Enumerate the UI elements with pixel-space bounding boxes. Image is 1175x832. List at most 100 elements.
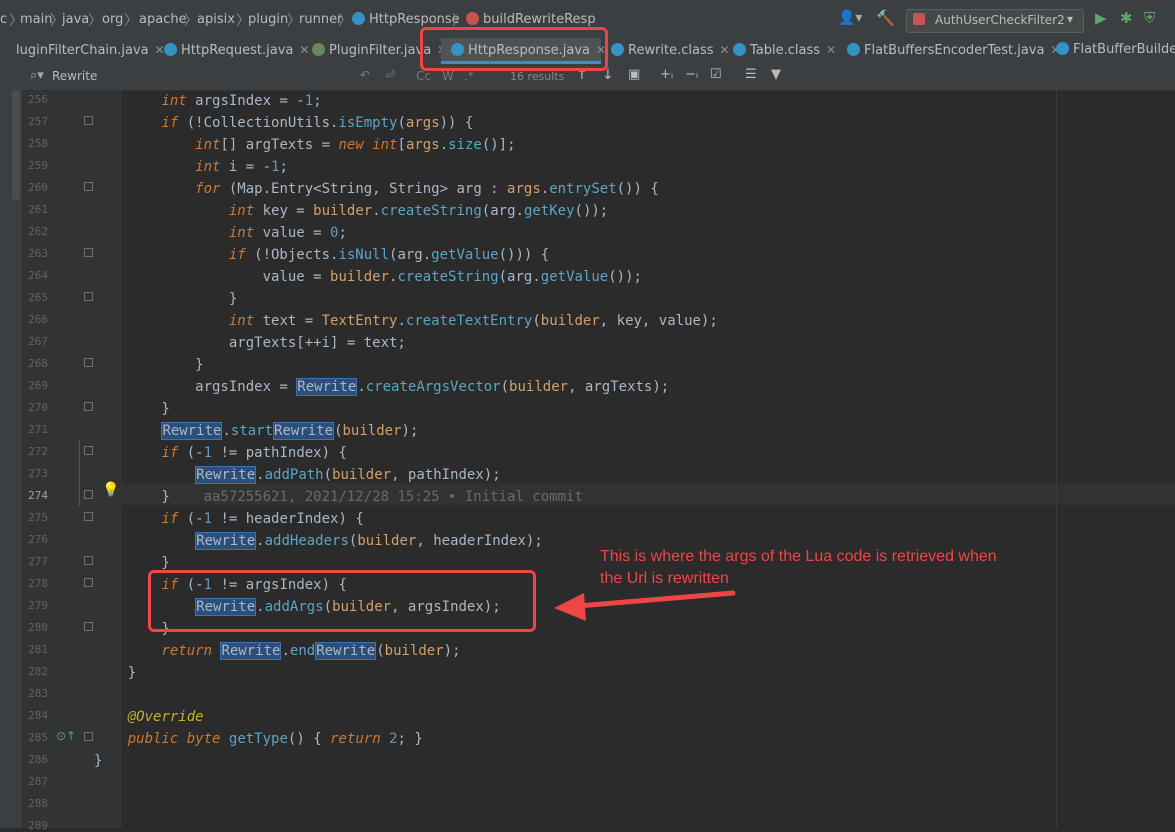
close-icon[interactable]: ✕ — [720, 43, 730, 57]
highlight-box-code — [148, 570, 536, 632]
code-line: argsIndex = Rewrite.createArgsVector(bui… — [94, 378, 670, 396]
line-number: 276 — [28, 533, 48, 546]
close-icon[interactable]: ✕ — [826, 43, 836, 57]
regex-toggle[interactable]: .* — [464, 69, 474, 83]
match-case-toggle[interactable]: Cc — [416, 69, 431, 83]
fold-marker-icon[interactable] — [84, 292, 93, 301]
tab-label: FlatBuffersEncoderTest.java — [864, 43, 1045, 58]
line-number: 287 — [28, 775, 48, 788]
line-number: 277 — [28, 555, 48, 568]
fold-marker-icon[interactable] — [84, 182, 93, 191]
line-number: 262 — [28, 225, 48, 238]
tab-label: Rewrite.class — [628, 43, 714, 58]
fold-marker-icon[interactable] — [84, 248, 93, 257]
line-number: 288 — [28, 797, 48, 810]
tab-label: Table.class — [750, 43, 821, 58]
breadcrumb-item-method[interactable]: buildRewriteResp — [466, 12, 596, 27]
run-config-select[interactable]: AuthUserCheckFilter2 ▾ — [906, 9, 1084, 33]
run-config-label: AuthUserCheckFilter2 — [935, 13, 1065, 27]
fold-marker-icon[interactable] — [84, 402, 93, 411]
select-all-icon[interactable]: ☑ — [710, 67, 722, 82]
breadcrumb-item[interactable]: java — [62, 12, 89, 27]
breadcrumb-item[interactable]: runner — [299, 12, 342, 27]
breadcrumb-item[interactable]: apisix — [197, 12, 235, 27]
line-number: 271 — [28, 423, 48, 436]
settings-icon[interactable]: ☰ — [745, 67, 757, 82]
code-line: public byte getType() { return 2; } — [127, 731, 423, 747]
tab-label: luginFilterChain.java — [16, 43, 149, 58]
breadcrumb-item[interactable]: apache — [139, 12, 187, 27]
code-line: if (!Objects.isNull(arg.getValue())) { — [228, 247, 550, 263]
arrow-left-icon — [554, 590, 736, 621]
fold-marker-icon[interactable] — [84, 622, 93, 631]
code-line: if (-1 != pathIndex) { — [161, 445, 347, 461]
class-icon — [611, 43, 624, 56]
annotation-note: This is where the args of the Lua code i… — [600, 548, 997, 587]
chevron-right-icon: 〉 — [88, 13, 102, 29]
override-icon[interactable]: ⊙↑ — [56, 729, 76, 743]
run-icon[interactable]: ▶ — [1095, 9, 1107, 27]
close-icon[interactable]: ✕ — [299, 43, 309, 57]
class-icon — [352, 12, 365, 25]
breadcrumb-item[interactable]: main — [20, 12, 52, 27]
fold-marker-icon[interactable] — [84, 578, 93, 587]
breadcrumb-item[interactable]: plugin — [248, 12, 288, 27]
code-line: if (!CollectionUtils.isEmpty(args)) { — [161, 115, 474, 131]
line-number: 282 — [28, 665, 48, 678]
search-icon[interactable]: ⌕▾ — [30, 68, 44, 83]
code-line: int text = TextEntry.createTextEntry(bui… — [228, 313, 718, 329]
hammer-icon[interactable]: 🔨 — [876, 9, 895, 27]
tab-rewrite-class[interactable]: Rewrite.class ✕ — [611, 38, 730, 64]
open-window-icon[interactable]: ▣ — [628, 67, 640, 82]
breadcrumb-label: HttpResponse — [369, 12, 460, 27]
tab-plugin-filter-chain[interactable]: luginFilterChain.java ✕ — [16, 38, 165, 64]
vcs-change-marker — [79, 440, 80, 506]
breadcrumb-item[interactable]: org — [102, 12, 123, 27]
chevron-right-icon: 〉 — [184, 13, 198, 29]
line-number: 275 — [28, 511, 48, 524]
breadcrumb-item[interactable]: c — [0, 12, 7, 27]
remove-occurrence-icon[interactable]: −ᵢ — [685, 67, 698, 82]
code-editor[interactable]: int argsIndex = -1; if (!CollectionUtils… — [94, 90, 1175, 828]
breadcrumb-item-class[interactable]: HttpResponse — [352, 12, 460, 27]
clear-icon[interactable]: ↶ — [360, 68, 370, 82]
tab-table-class[interactable]: Table.class ✕ — [733, 38, 839, 64]
line-number: 257 — [28, 115, 48, 128]
fold-marker-icon[interactable] — [84, 732, 93, 741]
line-number: 264 — [28, 269, 48, 282]
code-line: int[] argTexts = new int[args.size()]; — [195, 137, 516, 153]
chevron-right-icon: 〉 — [124, 13, 138, 29]
line-number: 281 — [28, 643, 48, 656]
search-input[interactable]: Rewrite — [52, 69, 97, 83]
user-icon[interactable]: 👤▾ — [838, 10, 862, 26]
line-number: 256 — [28, 93, 48, 106]
tab-label: HttpRequest.java — [181, 43, 294, 58]
project-scrollbar[interactable] — [12, 90, 20, 200]
line-number: 279 — [28, 599, 48, 612]
code-line: int i = -1; — [195, 159, 288, 175]
line-number: 265 — [28, 291, 48, 304]
coverage-icon[interactable]: ⛨ — [1144, 9, 1155, 27]
tab-flatbuffers-encoder-test[interactable]: FlatBuffersEncoderTest.java✕ — [847, 38, 1061, 64]
class-icon — [164, 43, 177, 56]
add-occurrence-icon[interactable]: +ᵢ — [660, 67, 673, 82]
fold-marker-icon[interactable] — [84, 512, 93, 521]
config-icon — [913, 13, 925, 25]
code-line: value = builder.createString(arg.getValu… — [94, 269, 642, 285]
filter-icon[interactable]: ▼ — [771, 67, 781, 82]
tab-http-request[interactable]: HttpRequest.java ✕ — [164, 38, 309, 64]
tab-flatbuffer-builder[interactable]: FlatBufferBuilder.c — [1056, 38, 1175, 64]
whole-word-toggle[interactable]: W — [442, 69, 454, 83]
breadcrumb-label: buildRewriteResp — [483, 12, 596, 27]
fold-marker-icon[interactable] — [84, 490, 93, 499]
newline-icon[interactable]: ⏎ — [385, 68, 395, 82]
code-line: } — [94, 401, 170, 417]
fold-marker-icon[interactable] — [84, 556, 93, 565]
fold-marker-icon[interactable] — [84, 116, 93, 125]
chevron-down-icon: ▾ — [1067, 12, 1074, 26]
line-number: 284 — [28, 709, 48, 722]
code-line: @Override — [127, 709, 204, 725]
fold-marker-icon[interactable] — [84, 358, 93, 367]
fold-marker-icon[interactable] — [84, 446, 93, 455]
debug-icon[interactable]: ✱ — [1120, 9, 1133, 27]
